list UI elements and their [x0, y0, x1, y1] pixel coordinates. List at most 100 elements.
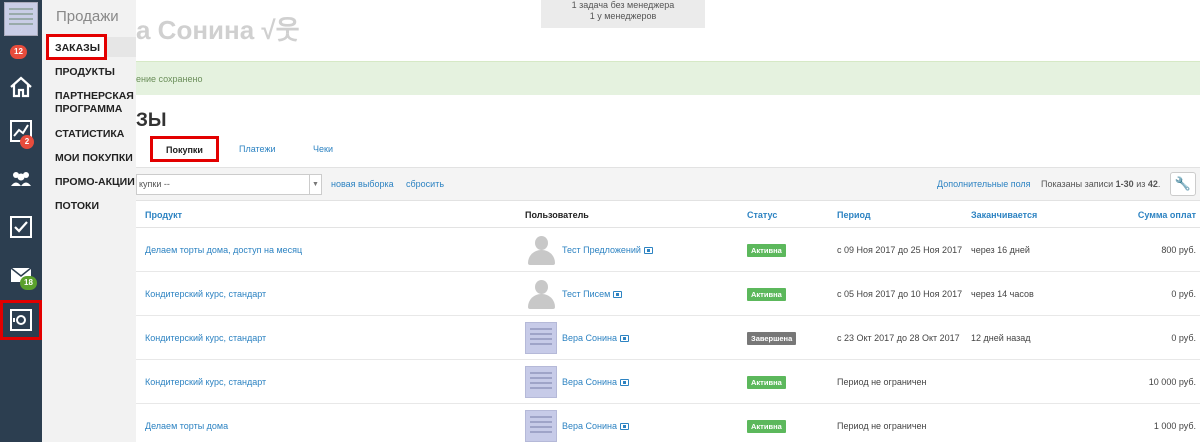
table-row: Делаем торты дома, доступ на месяц Тест …: [136, 228, 1200, 272]
status-badge: Активна: [747, 376, 786, 389]
records-counter: Показаны записи 1-30 из 42.: [1041, 179, 1161, 189]
row-user-link[interactable]: Вера Сонина: [562, 316, 629, 360]
success-alert: ение сохранено: [136, 61, 1200, 95]
user-avatar-placeholder: [525, 278, 557, 310]
row-ends: 12 дней назад: [971, 333, 1031, 343]
user-avatar[interactable]: [4, 2, 38, 36]
status-badge: Активна: [747, 244, 786, 257]
user-avatar: [525, 366, 557, 398]
submenu-item-orders[interactable]: ЗАКАЗЫ: [55, 42, 135, 55]
safe-icon: [9, 308, 33, 332]
submenu-item-my-purchases[interactable]: МОИ ПОКУПКИ: [55, 152, 135, 165]
user-avatar-placeholder: [525, 234, 557, 266]
icon-rail: 12 2 18: [0, 0, 42, 442]
notifications-badge: 12: [10, 45, 27, 59]
tab-payments[interactable]: Платежи: [239, 144, 276, 154]
row-period: Период не ограничен: [837, 377, 927, 387]
table-header: Продукт Пользователь Статус Период Закан…: [136, 202, 1200, 228]
id-card-icon: [620, 423, 629, 431]
submenu-item-promo[interactable]: ПРОМО-АКЦИИ: [55, 176, 135, 189]
row-user-link[interactable]: Тест Писем: [562, 272, 623, 316]
row-sum: 10 000 руб.: [1148, 377, 1196, 387]
analytics-badge: 2: [20, 135, 34, 149]
user-avatar: [525, 410, 557, 442]
col-period[interactable]: Период: [837, 210, 871, 220]
messages-badge: 18: [20, 276, 37, 290]
task-notice-line1: 1 задача без менеджера: [571, 0, 675, 10]
home-icon[interactable]: [8, 74, 34, 100]
row-ends: через 14 часов: [971, 289, 1034, 299]
id-card-icon: [620, 379, 629, 387]
id-card-icon: [643, 247, 653, 255]
chevron-down-icon: ▼: [309, 175, 321, 194]
section-title: ЗЫ: [136, 110, 167, 131]
submenu-title: Продажи: [56, 8, 119, 25]
user-avatar: [525, 322, 557, 354]
row-product-link[interactable]: Делаем торты дома: [145, 404, 228, 442]
wrench-icon: 🔧: [1174, 176, 1192, 191]
task-notice-line2: 1 у менеджеров: [589, 11, 657, 21]
tab-purchases[interactable]: Покупки: [150, 136, 219, 162]
col-ends[interactable]: Заканчивается: [971, 210, 1037, 220]
tasks-icon[interactable]: [8, 214, 34, 240]
col-product[interactable]: Продукт: [145, 210, 182, 220]
settings-button[interactable]: 🔧: [1170, 172, 1196, 196]
records-of: из: [1136, 179, 1146, 189]
filter-select-value: купки --: [139, 179, 170, 189]
submenu-item-products[interactable]: ПРОДУКТЫ: [55, 66, 135, 79]
table-row: Делаем торты дома Вера Сонина Активна Пе…: [136, 404, 1200, 442]
safe-menu-button[interactable]: [0, 300, 42, 340]
records-range: 1-30: [1115, 179, 1134, 189]
row-user-link[interactable]: Вера Сонина: [562, 360, 629, 404]
row-user-link[interactable]: Тест Предложений: [562, 228, 653, 272]
row-sum: 0 руб.: [1171, 289, 1196, 299]
users-icon[interactable]: [8, 166, 34, 192]
new-selection-link[interactable]: новая выборка: [331, 179, 394, 189]
page-title: а Сонина √웃: [136, 15, 300, 45]
row-period: с 23 Окт 2017 до 28 Окт 2017: [837, 333, 960, 343]
id-card-icon: [620, 335, 629, 343]
tabs: Покупки Платежи Чеки: [136, 136, 1200, 162]
extra-fields-link[interactable]: Дополнительные поля: [937, 179, 1031, 189]
row-sum: 800 руб.: [1161, 245, 1196, 255]
row-product-link[interactable]: Кондитерский курс, стандарт: [145, 316, 266, 360]
table-row: Кондитерский курс, стандарт Тест Писем А…: [136, 272, 1200, 316]
row-period: Период не ограничен: [837, 421, 927, 431]
col-sum[interactable]: Сумма оплат: [1138, 210, 1196, 220]
row-user-name: Вера Сонина: [562, 377, 617, 387]
reset-link[interactable]: сбросить: [406, 179, 444, 189]
row-user-name: Тест Писем: [562, 289, 611, 299]
row-user-link[interactable]: Вера Сонина: [562, 404, 629, 442]
row-sum: 1 000 руб.: [1153, 421, 1196, 431]
main-content: а Сонина √웃 1 задача без менеджера 1 у м…: [136, 0, 1200, 442]
submenu-item-partner-program[interactable]: ПАРТНЕРСКАЯ ПРОГРАММА: [55, 90, 135, 116]
row-ends: через 16 дней: [971, 245, 1030, 255]
submenu-item-streams[interactable]: ПОТОКИ: [55, 200, 135, 213]
col-status[interactable]: Статус: [747, 210, 777, 220]
row-period: с 05 Ноя 2017 до 10 Ноя 2017: [837, 289, 963, 299]
row-user-name: Вера Сонина: [562, 421, 617, 431]
status-badge: Активна: [747, 288, 786, 301]
row-sum: 0 руб.: [1171, 333, 1196, 343]
success-alert-text: ение сохранено: [136, 74, 203, 84]
row-period: с 09 Ноя 2017 до 25 Ноя 2017: [837, 245, 963, 255]
records-prefix: Показаны записи: [1041, 179, 1114, 189]
table-row: Кондитерский курс, стандарт Вера Сонина …: [136, 360, 1200, 404]
row-product-link[interactable]: Делаем торты дома, доступ на месяц: [145, 228, 302, 272]
records-total: 42: [1147, 179, 1158, 189]
filter-select[interactable]: купки -- ▼: [136, 174, 322, 195]
col-user: Пользователь: [525, 210, 589, 220]
id-card-icon: [613, 291, 623, 299]
tab-receipts[interactable]: Чеки: [313, 144, 333, 154]
filter-toolbar: купки -- ▼ новая выборка сбросить Дополн…: [136, 167, 1200, 201]
submenu-item-statistics[interactable]: СТАТИСТИКА: [55, 128, 135, 141]
sales-submenu: Продажи ЗАКАЗЫ ПРОДУКТЫ ПАРТНЕРСКАЯ ПРОГ…: [42, 0, 136, 442]
table-row: Кондитерский курс, стандарт Вера Сонина …: [136, 316, 1200, 360]
status-badge: Активна: [747, 420, 786, 433]
row-product-link[interactable]: Кондитерский курс, стандарт: [145, 272, 266, 316]
row-product-link[interactable]: Кондитерский курс, стандарт: [145, 360, 266, 404]
row-user-name: Вера Сонина: [562, 333, 617, 343]
row-user-name: Тест Предложений: [562, 245, 641, 255]
tab-purchases-label: Покупки: [166, 145, 203, 155]
task-notice[interactable]: 1 задача без менеджера 1 у менеджеров: [541, 0, 705, 28]
